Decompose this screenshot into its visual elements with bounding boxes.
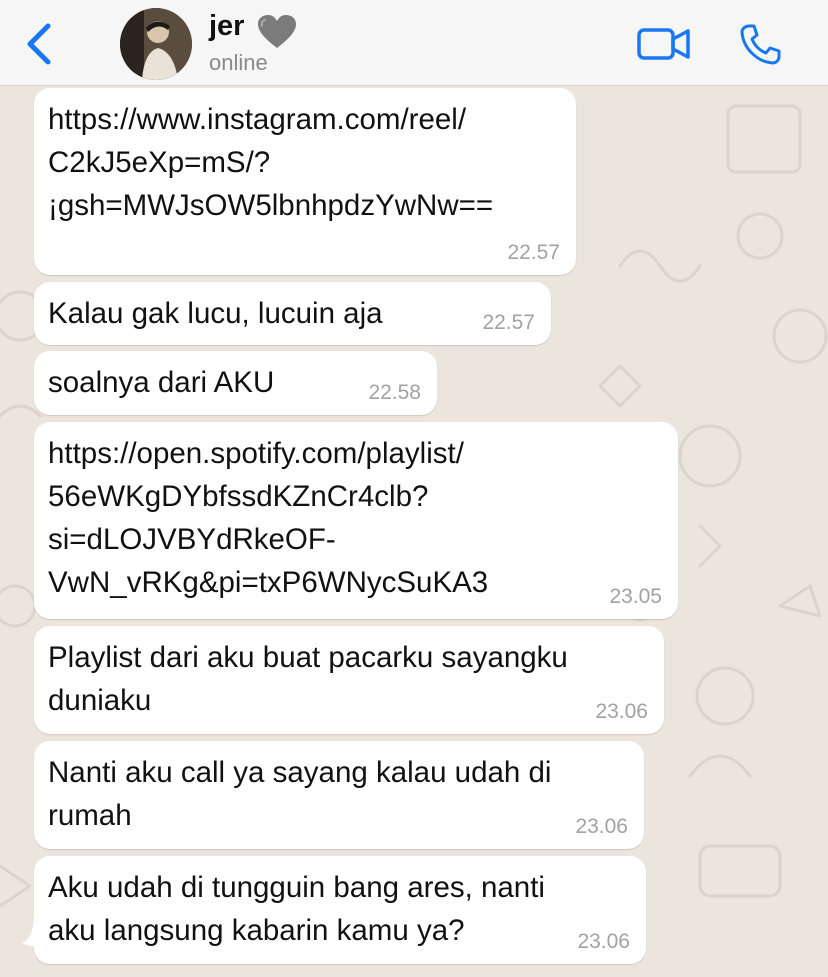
message-bubble[interactable]: Playlist dari aku buat pacarku sayangku … <box>34 626 664 734</box>
back-button[interactable] <box>22 22 56 66</box>
message-text[interactable]: soalnya dari AKU <box>48 361 421 404</box>
message-text[interactable]: Aku udah di tungguin bang ares, nanti ak… <box>48 866 630 952</box>
message-time: 22.58 <box>368 381 421 404</box>
message-bubble[interactable]: Aku udah di tungguin bang ares, nanti ak… <box>34 856 646 964</box>
chat-header: jer online <box>0 0 828 86</box>
message-bubble[interactable]: https://open.spotify.com/playlist/ 56eWK… <box>34 422 678 619</box>
phone-icon <box>740 24 781 65</box>
message-time: 23.05 <box>609 585 662 608</box>
contact-status: online <box>209 50 268 75</box>
message-time: 22.57 <box>482 311 535 334</box>
message-text[interactable]: https://www.instagram.com/reel/ C2kJ5eXp… <box>48 98 560 227</box>
message-text[interactable]: https://open.spotify.com/playlist/ 56eWK… <box>48 432 662 604</box>
bubble-tail <box>22 913 44 947</box>
video-call-button[interactable] <box>636 25 692 63</box>
message-list[interactable]: https://www.instagram.com/reel/ C2kJ5eXp… <box>0 86 828 977</box>
message-bubble[interactable]: https://www.instagram.com/reel/ C2kJ5eXp… <box>34 88 576 275</box>
message-time: 23.06 <box>595 700 648 723</box>
message-bubble[interactable]: Kalau gak lucu, lucuin aja 22.57 <box>34 282 551 345</box>
video-camera-icon <box>637 28 690 60</box>
contact-name[interactable]: jer <box>209 10 244 43</box>
message-bubble[interactable]: Nanti aku call ya sayang kalau udah di r… <box>34 741 644 849</box>
message-text[interactable]: Playlist dari aku buat pacarku sayangku … <box>48 636 648 722</box>
voice-call-button[interactable] <box>738 22 782 66</box>
message-text[interactable]: Kalau gak lucu, lucuin aja <box>48 292 535 335</box>
message-text[interactable]: Nanti aku call ya sayang kalau udah di r… <box>48 751 628 837</box>
avatar[interactable] <box>120 8 192 80</box>
gray-heart-icon <box>258 15 296 48</box>
message-time: 22.57 <box>507 241 560 264</box>
message-time: 23.06 <box>577 930 630 953</box>
message-time: 23.06 <box>575 815 628 838</box>
message-bubble[interactable]: soalnya dari AKU 22.58 <box>34 351 437 415</box>
chevron-left-icon <box>27 23 51 65</box>
avatar-photo <box>120 8 192 80</box>
